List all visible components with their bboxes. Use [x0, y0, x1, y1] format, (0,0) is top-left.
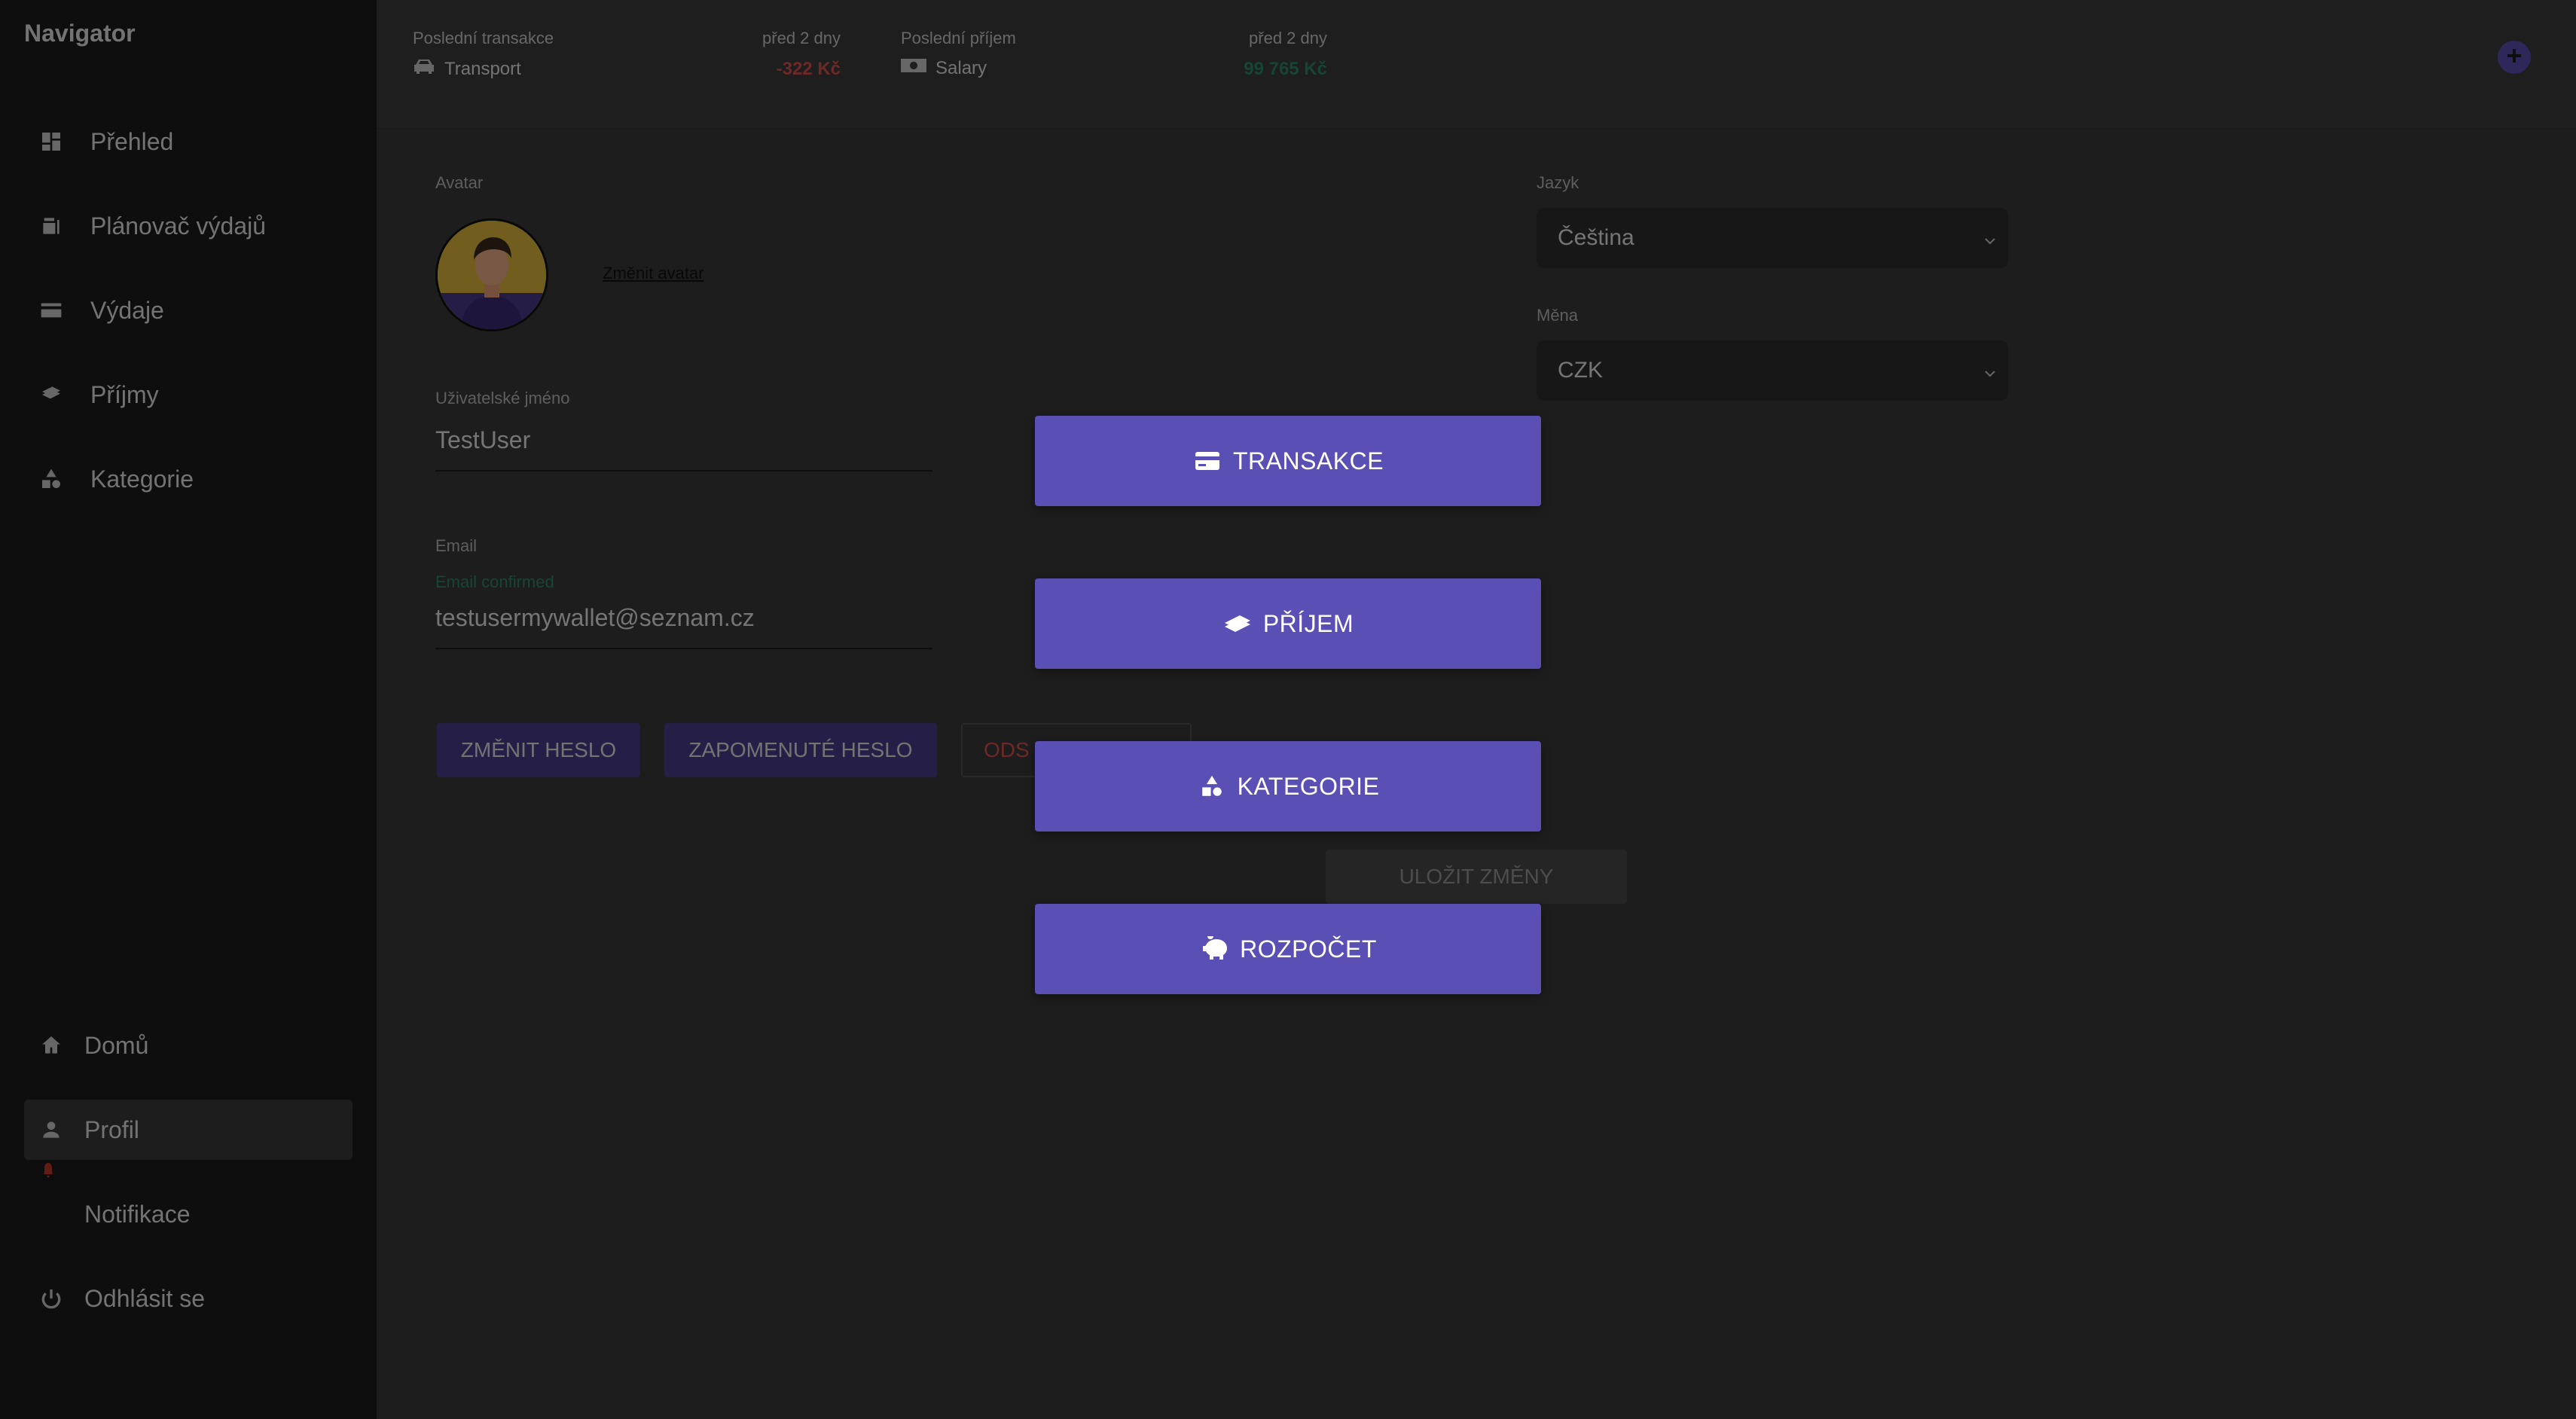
add-transaction-button[interactable]: TRANSAKCE	[1035, 416, 1541, 506]
add-category-button[interactable]: KATEGORIE	[1035, 741, 1541, 832]
shapes-icon	[1197, 771, 1227, 801]
piggy-bank-icon	[1199, 934, 1229, 964]
modal-backdrop[interactable]	[0, 0, 2576, 1419]
credit-card-icon	[1192, 446, 1222, 476]
add-budget-button[interactable]: ROZPOČET	[1035, 904, 1541, 994]
add-income-button[interactable]: PŘÍJEM	[1035, 578, 1541, 669]
money-icon	[1222, 609, 1253, 639]
